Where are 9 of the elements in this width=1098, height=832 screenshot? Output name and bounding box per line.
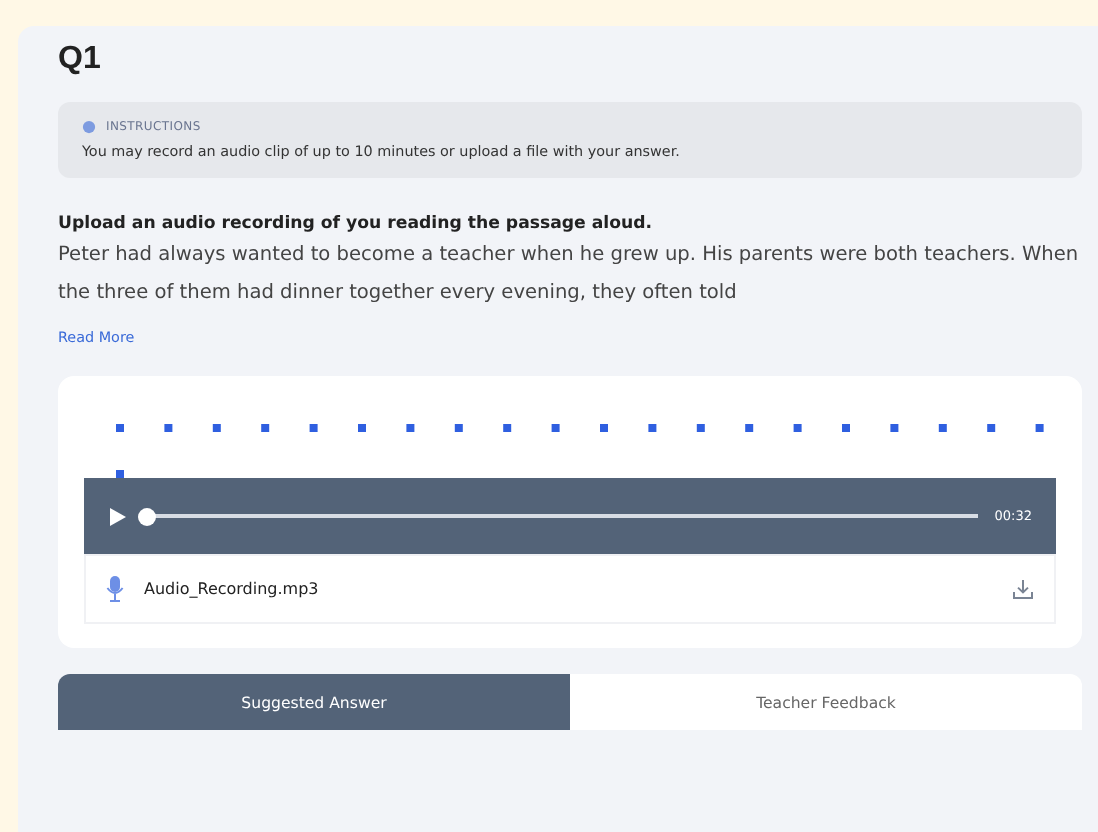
passage-text: Peter had always wanted to become a teacher when he grew up. His parents were both teachers. When the three of them had dinner together every evening, they often told [58,242,1081,308]
progress-thumb[interactable] [138,507,156,525]
file-name: Audio_Recording.mp3 [144,580,321,598]
download-icon[interactable] [1012,578,1034,600]
microphone-icon [106,576,124,602]
question-prompt: Upload an audio recording of you reading the passage aloud. [58,214,655,234]
info-icon [82,120,96,134]
play-icon[interactable] [108,505,128,527]
question-title: Q1 [58,42,103,78]
